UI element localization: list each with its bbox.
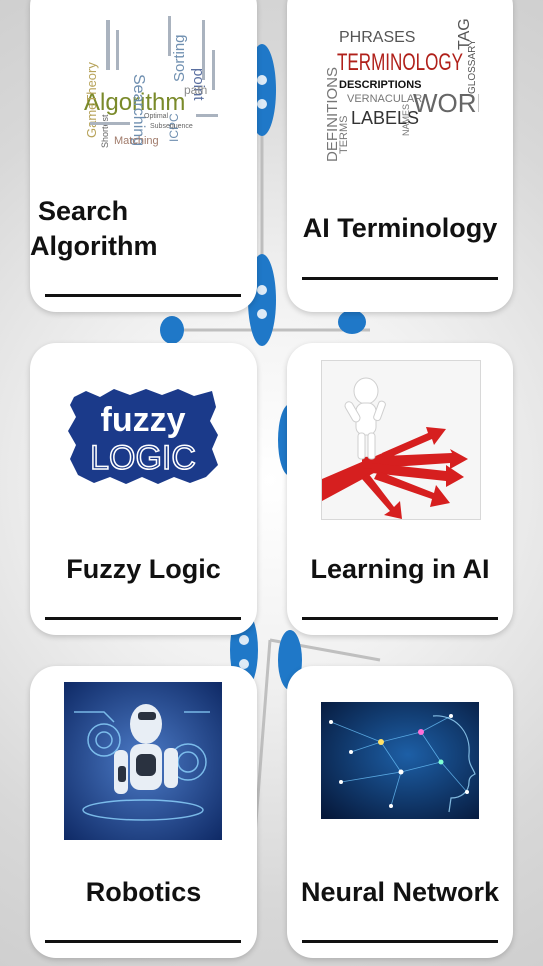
cloud-word-terms: TERMS bbox=[338, 116, 350, 155]
topic-card-robotics[interactable]: Robotics bbox=[30, 666, 257, 958]
ai-terminology-divider bbox=[302, 277, 498, 280]
learning-in-ai-title: Learning in AI bbox=[310, 554, 490, 584]
topic-card-ai-terminology[interactable]: PHRASES TERMINOLOGY DESCRIPTIONS VERNACU… bbox=[287, 0, 513, 312]
learning-crossroads-image bbox=[321, 360, 481, 520]
search-algorithm-title: Search bbox=[30, 193, 257, 229]
cloud-word-terminology: TERMINOLOGY bbox=[337, 49, 463, 76]
fuzzy-logic-logo-image: fuzzy LOGIC bbox=[66, 387, 221, 487]
learning-in-ai-divider bbox=[302, 617, 498, 620]
cloud-word-optimal: Optimal bbox=[144, 113, 169, 120]
search-algorithm-title-line2: Algorithm bbox=[30, 231, 158, 261]
topic-card-neural-network[interactable]: Neural Network bbox=[287, 666, 513, 958]
cloud-word-path: path bbox=[184, 83, 207, 97]
ai-terminology-word-cloud-image: PHRASES TERMINOLOGY DESCRIPTIONS VERNACU… bbox=[323, 12, 479, 176]
cloud-word-glossary: GLOSSARY bbox=[467, 39, 478, 94]
robotics-title: Robotics bbox=[85, 877, 202, 907]
neural-network-head-image bbox=[321, 702, 479, 819]
robotics-humanoid-image bbox=[64, 682, 222, 840]
ai-terminology-title: AI Terminology bbox=[302, 213, 498, 243]
fuzzy-logic-title: Fuzzy Logic bbox=[66, 554, 221, 584]
cloud-word-matching: Matching bbox=[114, 135, 159, 147]
search-algorithm-title-line2-wrap: Algorithm bbox=[30, 228, 257, 264]
cloud-word-subsequence: Subsequence bbox=[150, 123, 193, 130]
cloud-word-names: NAMES bbox=[401, 104, 411, 136]
search-algorithm-divider bbox=[45, 294, 241, 297]
cloud-word-vernacular: VERNACULAR bbox=[347, 93, 422, 105]
topic-card-search-algorithm[interactable]: Algorithm GameTheory Searching Sorting p… bbox=[30, 0, 257, 312]
neural-network-title: Neural Network bbox=[300, 877, 500, 907]
fuzzy-logic-divider bbox=[45, 617, 241, 620]
cloud-word-phrases: PHRASES bbox=[339, 29, 415, 46]
cloud-word-sorting: Sorting bbox=[171, 34, 188, 82]
cloud-word-shortest: Shortest bbox=[100, 114, 110, 148]
cloud-word-gametheory: GameTheory bbox=[84, 62, 99, 138]
search-algorithm-word-cloud-image: Algorithm GameTheory Searching Sorting p… bbox=[78, 10, 228, 150]
topic-card-learning-in-ai[interactable]: Learning in AI bbox=[287, 343, 513, 635]
cloud-word-descriptions: DESCRIPTIONS bbox=[339, 79, 422, 91]
fuzzy-logo-line1: fuzzy bbox=[101, 401, 186, 439]
neural-network-divider bbox=[302, 940, 498, 943]
fuzzy-logo-line2: LOGIC bbox=[90, 439, 196, 477]
robotics-divider bbox=[45, 940, 241, 943]
search-algorithm-title-line1: Search bbox=[38, 196, 129, 226]
topic-card-fuzzy-logic[interactable]: fuzzy LOGIC Fuzzy Logic bbox=[30, 343, 257, 635]
